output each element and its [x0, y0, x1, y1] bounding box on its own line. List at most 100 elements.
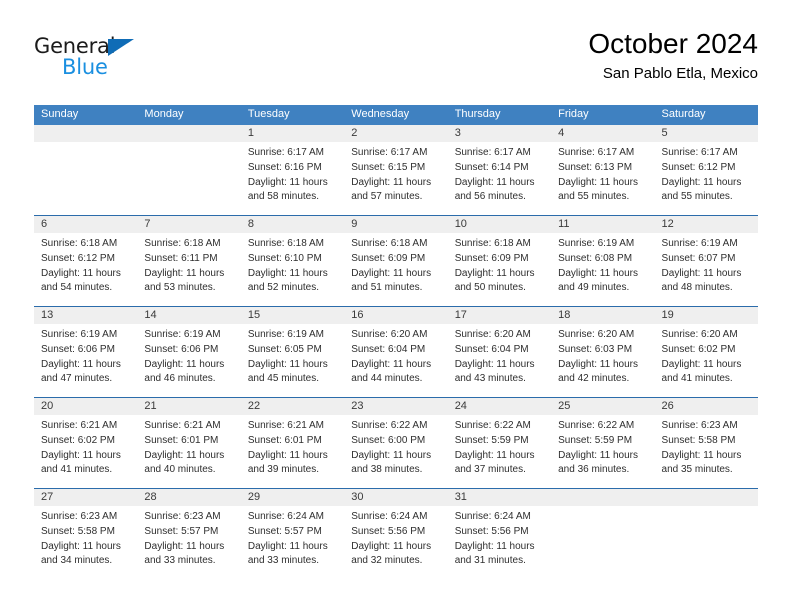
- calendar-weeks: 1 Sunrise: 6:17 AM Sunset: 6:16 PM Daylight…: [34, 125, 758, 579]
- day-detail-line: Sunset: 6:13 PM: [558, 161, 633, 173]
- day-cell-4[interactable]: 4 Sunrise: 6:17 AM Sunset: 6:13 PM Daylight…: [551, 125, 655, 215]
- day-detail-line: Daylight: 11 hours: [351, 358, 432, 370]
- weekday-header-thursday: Thursday: [454, 108, 501, 120]
- day-cell-12[interactable]: 12 Sunrise: 6:19 AM Sunset: 6:07 PM Dayligh…: [654, 216, 758, 306]
- day-detail-line: and 33 minutes.: [144, 555, 216, 567]
- day-detail-line: and 41 minutes.: [41, 464, 113, 476]
- day-cell-5[interactable]: 5 Sunrise: 6:17 AM Sunset: 6:12 PM Daylight…: [654, 125, 758, 215]
- day-details: Sunrise: 6:19 AM Sunset: 6:05 PM Daylight:…: [241, 324, 344, 387]
- day-detail-line: Sunrise: 6:24 AM: [454, 511, 531, 522]
- day-detail-line: Daylight: 11 hours: [661, 358, 742, 370]
- day-detail-line: and 49 minutes.: [558, 282, 630, 294]
- day-detail-line: Sunset: 6:12 PM: [41, 252, 115, 264]
- weekday-header-monday: Monday: [144, 108, 184, 120]
- day-details: Sunrise: 6:17 AM Sunset: 6:15 PM Daylight:…: [344, 142, 447, 205]
- day-number: 30: [344, 489, 448, 506]
- day-cell-25[interactable]: 25 Sunrise: 6:22 AM Sunset: 5:59 PM Dayligh…: [551, 398, 655, 488]
- day-detail-line: Sunset: 6:10 PM: [247, 252, 322, 264]
- day-cell-27[interactable]: 27 Sunrise: 6:23 AM Sunset: 5:58 PM Dayligh…: [34, 489, 138, 579]
- day-cell-30[interactable]: 30 Sunrise: 6:24 AM Sunset: 5:56 PM Dayligh…: [344, 489, 448, 579]
- day-cell-20[interactable]: 20 Sunrise: 6:21 AM Sunset: 6:02 PM Dayligh…: [34, 398, 138, 488]
- day-detail-line: Sunrise: 6:18 AM: [41, 238, 118, 249]
- day-detail-line: and 37 minutes.: [454, 464, 526, 476]
- day-cell-18[interactable]: 18 Sunrise: 6:20 AM Sunset: 6:03 PM Dayligh…: [551, 307, 655, 397]
- day-cell-19[interactable]: 19 Sunrise: 6:20 AM Sunset: 6:02 PM Dayligh…: [654, 307, 758, 397]
- day-detail-line: Daylight: 11 hours: [41, 267, 121, 279]
- day-detail-line: Daylight: 11 hours: [247, 358, 328, 370]
- day-detail-line: Sunset: 6:06 PM: [144, 343, 219, 355]
- weekday-header-wednesday: Wednesday: [351, 108, 410, 120]
- day-detail-line: Sunrise: 6:18 AM: [454, 238, 531, 249]
- day-cell-26[interactable]: 26 Sunrise: 6:23 AM Sunset: 5:58 PM Dayligh…: [654, 398, 758, 488]
- calendar-week-row: 6 Sunrise: 6:18 AM Sunset: 6:12 PM Daylight…: [34, 215, 758, 306]
- day-cell-31[interactable]: 31 Sunrise: 6:24 AM Sunset: 5:56 PM Dayligh…: [447, 489, 552, 579]
- day-detail-line: Sunset: 5:57 PM: [144, 525, 219, 537]
- day-detail-line: Daylight: 11 hours: [558, 358, 638, 370]
- calendar-week-row: 1 Sunrise: 6:17 AM Sunset: 6:16 PM Daylight…: [34, 125, 758, 215]
- day-detail-line: and 56 minutes.: [454, 191, 526, 203]
- day-details: Sunrise: 6:20 AM Sunset: 6:04 PM Daylight:…: [344, 324, 447, 387]
- day-detail-line: and 34 minutes.: [41, 555, 113, 567]
- day-details: Sunrise: 6:24 AM Sunset: 5:57 PM Daylight:…: [241, 506, 344, 569]
- day-detail-line: Sunrise: 6:19 AM: [558, 238, 635, 249]
- day-cell-29[interactable]: 29 Sunrise: 6:24 AM Sunset: 5:57 PM Dayligh…: [240, 489, 345, 579]
- day-detail-line: Sunrise: 6:22 AM: [454, 420, 531, 431]
- day-details: Sunrise: 6:20 AM Sunset: 6:02 PM Daylight:…: [655, 324, 758, 387]
- day-detail-line: Sunrise: 6:19 AM: [41, 329, 118, 340]
- day-detail-line: Sunset: 5:56 PM: [351, 525, 426, 537]
- day-cell-2[interactable]: 2 Sunrise: 6:17 AM Sunset: 6:15 PM Daylight…: [344, 125, 448, 215]
- day-details: Sunrise: 6:21 AM Sunset: 6:01 PM Daylight:…: [137, 415, 240, 478]
- day-details: Sunrise: 6:17 AM Sunset: 6:16 PM Daylight:…: [241, 142, 344, 205]
- day-detail-line: Sunset: 6:05 PM: [247, 343, 322, 355]
- day-detail-line: Daylight: 11 hours: [661, 449, 742, 461]
- day-cell-empty: [137, 125, 241, 215]
- day-cell-8[interactable]: 8 Sunrise: 6:18 AM Sunset: 6:10 PM Daylight…: [240, 216, 345, 306]
- day-detail-line: Daylight: 11 hours: [41, 449, 121, 461]
- day-detail-line: Sunset: 6:01 PM: [247, 434, 322, 446]
- day-number: 17: [447, 307, 552, 324]
- day-number: 27: [34, 489, 138, 506]
- day-detail-line: Sunset: 5:59 PM: [558, 434, 633, 446]
- day-detail-line: Daylight: 11 hours: [144, 267, 225, 279]
- day-cell-10[interactable]: 10 Sunrise: 6:18 AM Sunset: 6:09 PM Dayligh…: [447, 216, 552, 306]
- weekday-header-friday: Friday: [558, 108, 589, 120]
- day-detail-line: Sunrise: 6:20 AM: [351, 329, 428, 340]
- day-cell-23[interactable]: 23 Sunrise: 6:22 AM Sunset: 6:00 PM Dayligh…: [344, 398, 448, 488]
- day-detail-line: Sunrise: 6:21 AM: [144, 420, 221, 431]
- day-cell-11[interactable]: 11 Sunrise: 6:19 AM Sunset: 6:08 PM Dayligh…: [551, 216, 655, 306]
- day-details: Sunrise: 6:20 AM Sunset: 6:03 PM Daylight:…: [551, 324, 654, 387]
- day-details: Sunrise: 6:24 AM Sunset: 5:56 PM Daylight:…: [448, 506, 551, 569]
- day-detail-line: Sunrise: 6:24 AM: [247, 511, 324, 522]
- day-detail-line: Sunset: 6:15 PM: [351, 161, 426, 173]
- day-detail-line: Sunset: 5:58 PM: [41, 525, 115, 537]
- day-details: Sunrise: 6:18 AM Sunset: 6:12 PM Daylight:…: [34, 233, 137, 296]
- day-cell-15[interactable]: 15 Sunrise: 6:19 AM Sunset: 6:05 PM Dayligh…: [240, 307, 345, 397]
- calendar-page: General Blue October 2024 San Pablo Etla…: [0, 0, 792, 612]
- day-cell-22[interactable]: 22 Sunrise: 6:21 AM Sunset: 6:01 PM Dayligh…: [240, 398, 345, 488]
- day-detail-line: and 58 minutes.: [247, 191, 320, 203]
- day-number: 1: [240, 125, 345, 142]
- day-detail-line: Sunset: 6:02 PM: [661, 343, 736, 355]
- day-cell-3[interactable]: 3 Sunrise: 6:17 AM Sunset: 6:14 PM Daylight…: [447, 125, 552, 215]
- logo-triangle-icon: [108, 39, 134, 56]
- day-cell-6[interactable]: 6 Sunrise: 6:18 AM Sunset: 6:12 PM Daylight…: [34, 216, 138, 306]
- day-cell-13[interactable]: 13 Sunrise: 6:19 AM Sunset: 6:06 PM Dayligh…: [34, 307, 138, 397]
- day-cell-7[interactable]: 7 Sunrise: 6:18 AM Sunset: 6:11 PM Daylight…: [137, 216, 241, 306]
- day-number: 10: [447, 216, 552, 233]
- day-cell-17[interactable]: 17 Sunrise: 6:20 AM Sunset: 6:04 PM Dayligh…: [447, 307, 552, 397]
- day-cell-21[interactable]: 21 Sunrise: 6:21 AM Sunset: 6:01 PM Dayligh…: [137, 398, 241, 488]
- day-detail-line: Sunrise: 6:17 AM: [247, 147, 324, 158]
- day-cell-16[interactable]: 16 Sunrise: 6:20 AM Sunset: 6:04 PM Dayligh…: [344, 307, 448, 397]
- day-cell-24[interactable]: 24 Sunrise: 6:22 AM Sunset: 5:59 PM Dayligh…: [447, 398, 552, 488]
- day-cell-14[interactable]: 14 Sunrise: 6:19 AM Sunset: 6:06 PM Dayligh…: [137, 307, 241, 397]
- day-cell-28[interactable]: 28 Sunrise: 6:23 AM Sunset: 5:57 PM Dayligh…: [137, 489, 241, 579]
- day-detail-line: Sunset: 5:59 PM: [454, 434, 529, 446]
- calendar-week-row: 20 Sunrise: 6:21 AM Sunset: 6:02 PM Dayligh…: [34, 397, 758, 488]
- day-cell-9[interactable]: 9 Sunrise: 6:18 AM Sunset: 6:09 PM Daylight…: [344, 216, 448, 306]
- day-cell-1[interactable]: 1 Sunrise: 6:17 AM Sunset: 6:16 PM Daylight…: [240, 125, 345, 215]
- day-detail-line: and 46 minutes.: [144, 373, 216, 385]
- day-detail-line: Sunrise: 6:17 AM: [661, 147, 738, 158]
- day-number: [654, 489, 758, 506]
- day-detail-line: and 54 minutes.: [41, 282, 113, 294]
- day-detail-line: Sunset: 6:06 PM: [41, 343, 115, 355]
